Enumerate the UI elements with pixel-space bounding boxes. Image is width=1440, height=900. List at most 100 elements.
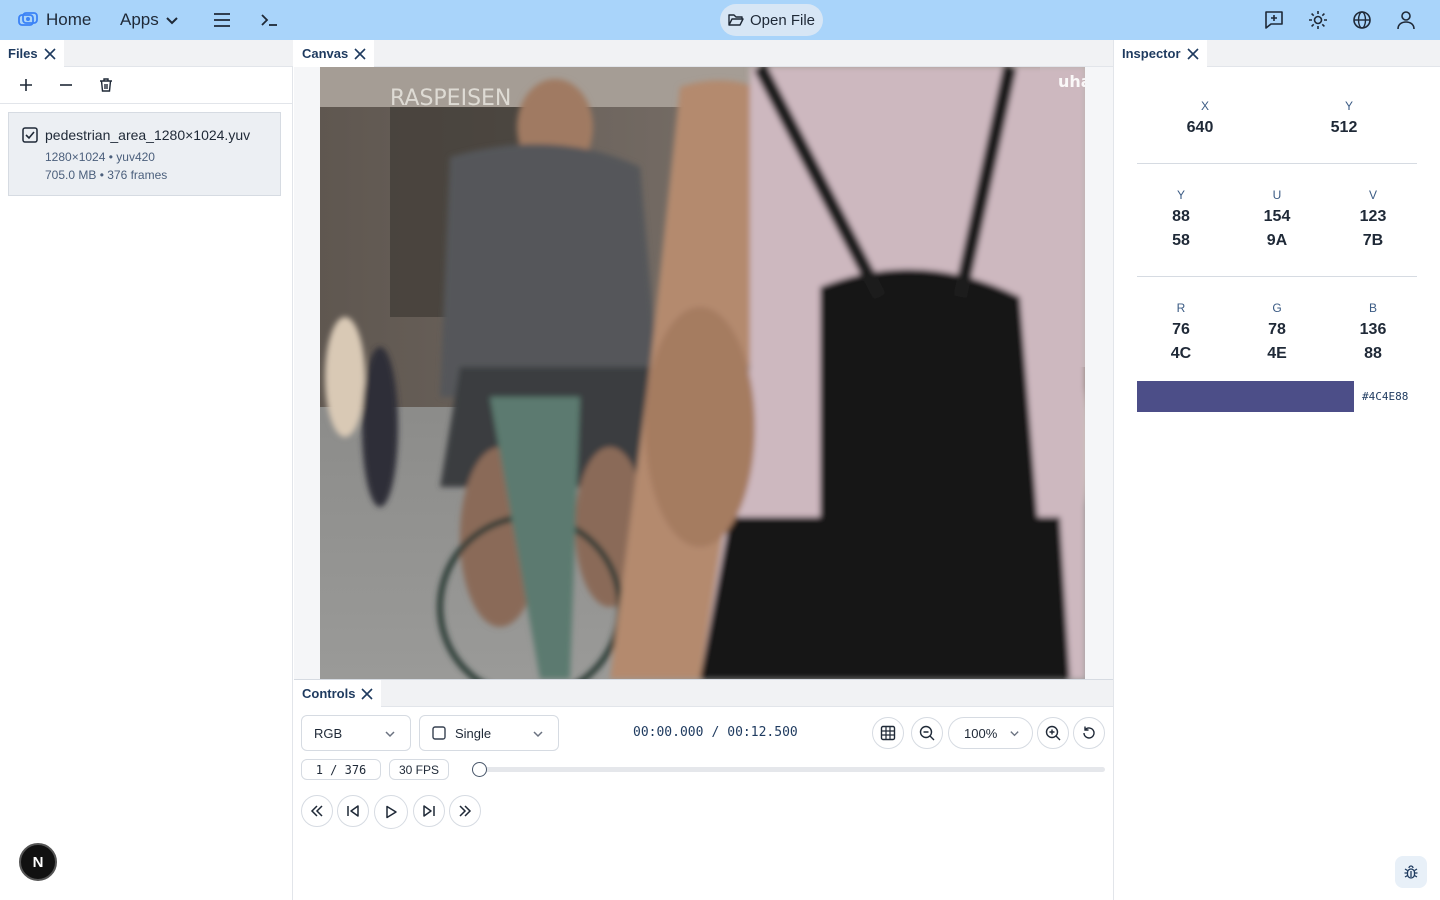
plus-icon: [20, 79, 32, 91]
color-swatch: [1137, 381, 1354, 412]
inspector-tabbar: Inspector: [1114, 40, 1440, 67]
y-channel-decimal: 88: [1172, 208, 1190, 225]
tab-canvas-label: Canvas: [302, 46, 349, 61]
tab-controls[interactable]: Controls: [294, 680, 382, 707]
y-coord-label: Y: [1344, 99, 1353, 113]
u-channel-decimal: 154: [1263, 208, 1291, 225]
canvas-panel: Canvas RASPEISEN uh: [294, 40, 1113, 679]
skip-back-icon: [347, 805, 359, 817]
play-button[interactable]: [374, 795, 408, 829]
g-channel-label: G: [1272, 301, 1282, 315]
file-resolution-format: 1280×1024 • yuv420: [45, 150, 155, 164]
u-channel-label: U: [1272, 188, 1282, 202]
frame-indicator[interactable]: 1 / 376: [301, 759, 381, 780]
y-channel-label: Y: [1176, 188, 1185, 202]
files-panel: Files pedestrian_area_1280×1024.yuv 1280…: [0, 40, 293, 900]
grid-toggle-button[interactable]: [872, 717, 904, 749]
zoom-select[interactable]: 100%: [948, 717, 1033, 749]
n-badge-letter: N: [32, 853, 44, 871]
apps-menu[interactable]: Apps: [120, 9, 179, 31]
file-size-frames: 705.0 MB • 376 frames: [45, 168, 168, 182]
shop-sign-text: RASPEISEN: [390, 86, 511, 111]
reset-view-button[interactable]: [1073, 717, 1105, 749]
v-channel-decimal: 123: [1359, 208, 1387, 225]
x-value: 640: [1186, 119, 1214, 136]
fps-indicator[interactable]: 30 FPS: [389, 759, 449, 780]
g-channel-decimal: 78: [1268, 321, 1286, 338]
inspector-panel: Inspector X 640 Y 512 Y 88 58 U 154 9A V…: [1113, 40, 1440, 900]
chevron-down-icon: [1009, 728, 1020, 739]
tab-inspector[interactable]: Inspector: [1114, 40, 1207, 67]
add-file-button[interactable]: [14, 73, 38, 97]
view-mode-select[interactable]: Single: [419, 715, 559, 751]
file-list-item[interactable]: pedestrian_area_1280×1024.yuv 1280×1024 …: [8, 112, 281, 196]
shop-sign-corner-text: uha: [1058, 72, 1085, 91]
bug-icon: [1404, 865, 1418, 879]
chevrons-right-icon: [459, 805, 472, 817]
r-channel-hex: 4C: [1170, 345, 1192, 362]
close-icon[interactable]: [361, 687, 374, 700]
last-frame-button[interactable]: [449, 795, 481, 827]
close-icon[interactable]: [354, 47, 366, 60]
zoom-in-button[interactable]: [1037, 717, 1069, 749]
tab-controls-label: Controls: [302, 686, 356, 701]
folder-open-icon: [728, 13, 744, 27]
debug-button[interactable]: [1395, 856, 1427, 888]
remove-file-button[interactable]: [54, 73, 78, 97]
divider: [1137, 163, 1417, 164]
time-separator: /: [711, 725, 720, 740]
seek-slider[interactable]: [472, 762, 1105, 777]
trash-icon: [100, 78, 112, 92]
zoom-in-icon: [1045, 725, 1061, 741]
delete-all-button[interactable]: [94, 73, 118, 97]
canvas-tabbar: Canvas: [294, 40, 1113, 67]
skip-forward-icon: [423, 805, 435, 817]
open-file-button[interactable]: Open File: [720, 4, 823, 36]
file-name: pedestrian_area_1280×1024.yuv: [45, 127, 251, 143]
tab-files[interactable]: Files: [0, 40, 64, 67]
globe-icon[interactable]: [1350, 8, 1374, 32]
feedback-icon[interactable]: [1262, 8, 1286, 32]
view-mode-value: Single: [455, 725, 492, 741]
zoom-value: 100%: [964, 725, 998, 741]
next-frame-button[interactable]: [413, 795, 445, 827]
close-icon[interactable]: [44, 47, 56, 60]
logo-icon: [18, 12, 38, 28]
video-frame[interactable]: RASPEISEN uha: [320, 67, 1085, 679]
close-icon[interactable]: [1186, 47, 1199, 60]
files-toolbar: [0, 67, 293, 104]
menu-icon[interactable]: [210, 8, 234, 32]
color-hex-value: #4C4E88: [1362, 390, 1409, 403]
home-label: Home: [46, 10, 92, 29]
grid-icon: [880, 725, 896, 741]
minus-icon: [60, 84, 72, 86]
r-channel-label: R: [1176, 301, 1186, 315]
home-link[interactable]: Home: [18, 9, 91, 31]
y-channel-hex: 58: [1172, 232, 1190, 249]
r-channel-decimal: 76: [1172, 321, 1190, 338]
checkbox-checked-icon[interactable]: [22, 127, 38, 143]
color-mode-select[interactable]: RGB: [301, 715, 411, 751]
square-icon: [432, 726, 446, 740]
previous-frame-button[interactable]: [337, 795, 369, 827]
apps-label: Apps: [120, 10, 159, 29]
g-channel-hex: 4E: [1267, 345, 1287, 362]
b-channel-decimal: 136: [1359, 321, 1387, 338]
color-mode-value: RGB: [314, 725, 343, 741]
zoom-out-button[interactable]: [911, 717, 943, 749]
tab-inspector-label: Inspector: [1122, 46, 1181, 61]
chevron-down-icon: [532, 728, 544, 740]
tab-canvas[interactable]: Canvas: [294, 40, 375, 67]
zoom-out-icon: [919, 725, 935, 741]
chevrons-left-icon: [310, 805, 323, 817]
controls-tabbar: Controls: [294, 680, 1113, 707]
user-icon[interactable]: [1394, 8, 1418, 32]
time-display: 00:00.000 / 00:12.500: [633, 725, 798, 740]
terminal-icon[interactable]: [257, 8, 281, 32]
sun-icon[interactable]: [1306, 8, 1330, 32]
v-channel-hex: 7B: [1362, 232, 1384, 249]
first-frame-button[interactable]: [301, 795, 333, 827]
seek-slider-thumb[interactable]: [472, 762, 487, 777]
chevron-down-icon: [165, 13, 179, 27]
n-badge-button[interactable]: N: [19, 843, 57, 881]
